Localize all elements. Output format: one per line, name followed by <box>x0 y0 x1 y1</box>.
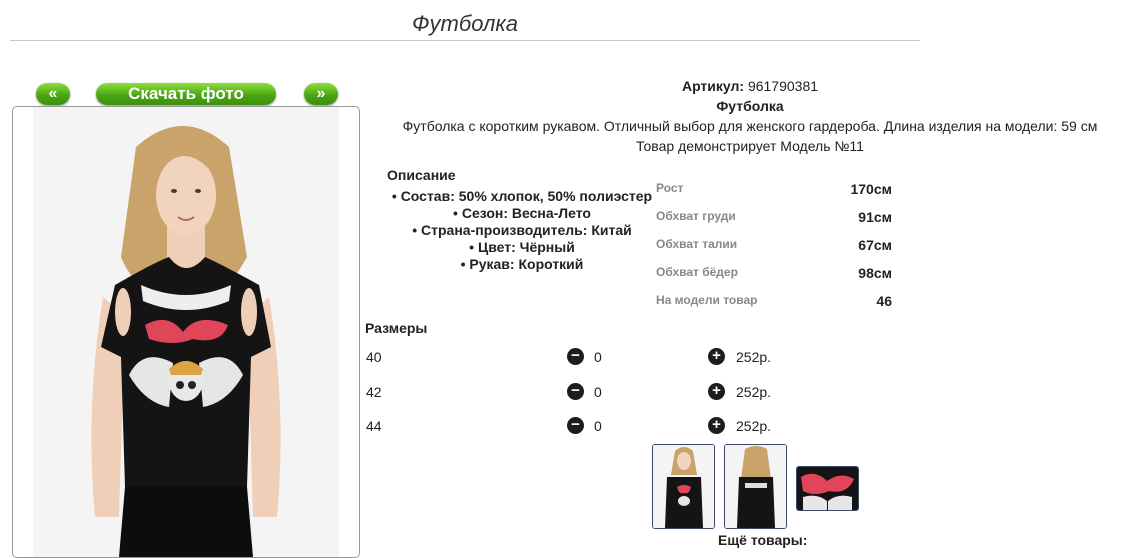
minus-circle-icon[interactable]: − <box>567 417 584 434</box>
article-value: 961790381 <box>747 78 819 94</box>
description-title: Описание <box>387 167 456 183</box>
model-params-table: Рост 170см Обхват груди 91см Обхват тали… <box>656 178 892 318</box>
minus-circle-icon[interactable]: − <box>567 383 584 400</box>
description-item: • Цвет: Чёрный <box>469 239 575 255</box>
size-row: 44 − 0 + 252р. <box>365 417 785 437</box>
sizes-title: Размеры <box>365 320 428 336</box>
download-photo-button[interactable]: Скачать фото <box>96 83 276 105</box>
param-value: 67см <box>858 237 892 253</box>
main-photo-frame <box>12 106 360 558</box>
product-info: Артикул: 961790381 Футболка Футболка с к… <box>370 76 1130 156</box>
product-description: Футболка с коротким рукавом. Отличный вы… <box>402 118 1098 134</box>
description-item-text: Цвет: Чёрный <box>477 239 575 255</box>
quantity-value: 0 <box>594 418 602 434</box>
param-row: Обхват груди 91см <box>656 206 892 234</box>
next-photo-button[interactable]: » <box>304 83 338 105</box>
more-products-heading: Ещё товары: <box>718 532 808 548</box>
description-item: • Рукав: Короткий <box>460 256 584 272</box>
size-price: 252р. <box>736 349 772 365</box>
param-label: Рост <box>656 181 684 195</box>
page-title: Футболка <box>10 8 920 41</box>
param-label: Обхват талии <box>656 237 738 251</box>
param-label: На модели товар <box>656 293 758 307</box>
thumbnail-back-image <box>725 445 786 528</box>
param-value: 98см <box>858 265 892 281</box>
thumbnail-print-image <box>797 467 858 510</box>
product-name: Футболка <box>716 98 784 114</box>
description-item-text: Рукав: Короткий <box>469 256 584 272</box>
param-value: 91см <box>858 209 892 225</box>
param-label: Обхват груди <box>656 209 736 223</box>
minus-circle-icon[interactable]: − <box>567 348 584 365</box>
quantity-value: 0 <box>594 384 602 400</box>
param-row: Рост 170см <box>656 178 892 206</box>
size-price: 252р. <box>736 418 772 434</box>
description-list: • Состав: 50% хлопок, 50% полиэстер • Се… <box>380 188 664 273</box>
thumbnail-front[interactable] <box>652 444 715 529</box>
model-note: Товар демонстрирует Модель №11 <box>636 138 864 154</box>
plus-circle-icon[interactable]: + <box>708 348 725 365</box>
description-item: • Страна-производитель: Китай <box>412 222 632 238</box>
size-price: 252р. <box>736 384 772 400</box>
param-row: Обхват талии 67см <box>656 234 892 262</box>
param-value: 46 <box>876 293 892 309</box>
description-item-text: Состав: 50% хлопок, 50% полиэстер <box>400 188 653 204</box>
description-item-text: Страна-производитель: Китай <box>421 222 632 238</box>
main-product-photo[interactable] <box>33 107 339 557</box>
description-item: • Состав: 50% хлопок, 50% полиэстер <box>391 188 653 204</box>
size-label: 44 <box>366 418 382 434</box>
prev-photo-button[interactable]: « <box>36 83 70 105</box>
thumbnail-print[interactable] <box>796 466 859 511</box>
param-value: 170см <box>850 181 892 197</box>
param-row: Обхват бёдер 98см <box>656 262 892 290</box>
param-row: На модели товар 46 <box>656 290 892 318</box>
plus-circle-icon[interactable]: + <box>708 383 725 400</box>
size-label: 40 <box>366 349 382 365</box>
description-item: • Сезон: Весна-Лето <box>453 205 591 221</box>
article-line: Артикул: 961790381 <box>370 76 1130 96</box>
size-row: 40 − 0 + 252р. <box>365 348 785 368</box>
article-label: Артикул: <box>681 78 745 94</box>
description-item-text: Сезон: Весна-Лето <box>461 205 591 221</box>
size-label: 42 <box>366 384 382 400</box>
quantity-value: 0 <box>594 349 602 365</box>
plus-circle-icon[interactable]: + <box>708 417 725 434</box>
size-row: 42 − 0 + 252р. <box>365 383 785 403</box>
thumbnail-front-image <box>653 445 714 528</box>
param-label: Обхват бёдер <box>656 265 738 279</box>
thumbnail-back[interactable] <box>724 444 787 529</box>
